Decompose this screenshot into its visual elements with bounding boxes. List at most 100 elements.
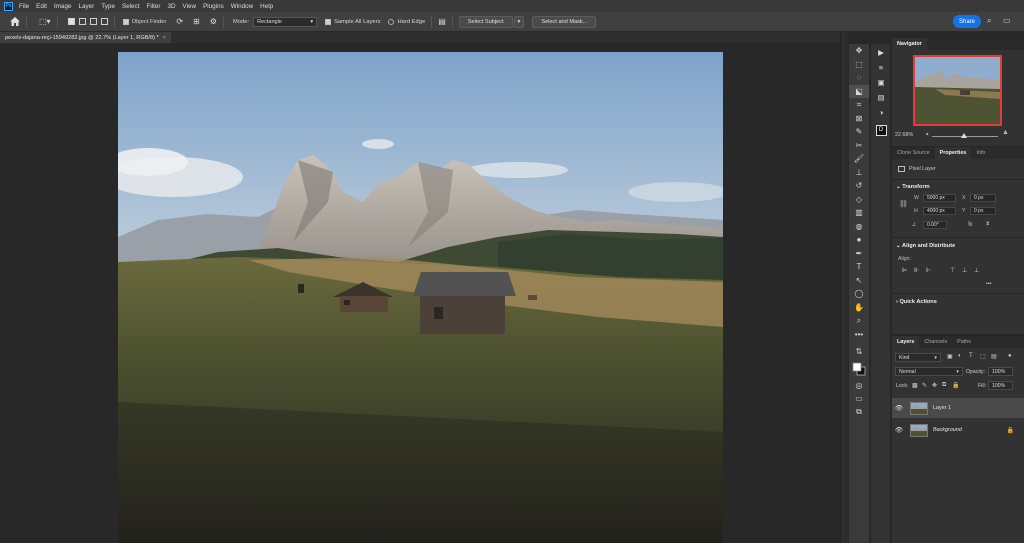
layer-row-layer-1[interactable]: 👁 Layer 1 — [892, 398, 1024, 418]
refresh-icon[interactable]: ⟳ — [176, 17, 183, 26]
height-input[interactable]: 4000 px — [923, 207, 956, 215]
tab-layers[interactable]: Layers — [892, 336, 920, 348]
fill-input[interactable]: 100% — [988, 381, 1013, 390]
color-wheel-icon[interactable]: ◑ — [871, 105, 891, 119]
x-input[interactable]: 0 px — [970, 194, 996, 202]
mode-select[interactable]: Rectangle ▾ — [253, 16, 318, 27]
play-actions-icon[interactable]: ▶ — [871, 45, 891, 59]
vertical-scrollbar[interactable] — [840, 32, 848, 543]
menu-3d[interactable]: 3D — [167, 3, 175, 10]
layer-name[interactable]: Background — [933, 427, 962, 433]
menu-window[interactable]: Window — [231, 3, 253, 10]
path-selection-tool-icon[interactable]: ↖ — [849, 274, 869, 288]
tab-properties[interactable]: Properties — [934, 147, 972, 159]
sample-all-layers-checkbox[interactable] — [325, 18, 332, 25]
search-icon[interactable]: ⌕ — [987, 16, 991, 26]
more-align-options-icon[interactable]: ••• — [986, 281, 991, 287]
filter-toggle-icon[interactable]: ● — [1008, 353, 1012, 359]
lasso-tool-icon[interactable]: ◌ — [849, 71, 869, 85]
align-section-toggle[interactable]: ⌄ Align and Distribute — [896, 243, 955, 249]
object-selection-tool-icon[interactable]: ⬕ — [849, 84, 869, 98]
filter-type-icon[interactable]: T — [969, 353, 973, 359]
new-selection-icon[interactable] — [67, 18, 75, 25]
align-right-icon[interactable]: ⊩ — [926, 267, 931, 274]
swap-colors-icon[interactable]: ⇅ — [849, 345, 869, 359]
menu-file[interactable]: File — [19, 3, 29, 10]
filter-smart-object-icon[interactable]: ▤ — [991, 353, 997, 360]
select-and-mask-button[interactable]: Select and Mask... — [532, 15, 597, 28]
add-to-selection-icon[interactable] — [78, 18, 86, 25]
eraser-tool-icon[interactable]: ◇ — [849, 193, 869, 207]
zoom-out-icon[interactable]: ▲ — [925, 131, 929, 136]
lock-pixels-icon[interactable]: ✎ — [922, 382, 927, 389]
document-tab[interactable]: pexels-dajana-reçi-15949282.jpg @ 22.7% … — [0, 32, 171, 43]
blur-tool-icon[interactable]: ◍ — [849, 220, 869, 234]
canvas-area[interactable] — [0, 43, 840, 543]
menu-image[interactable]: Image — [54, 3, 72, 10]
y-input[interactable]: 0 px — [970, 207, 996, 215]
lock-all-icon[interactable]: 🔒 — [952, 382, 959, 389]
clone-stamp-tool-icon[interactable]: ⊥ — [849, 166, 869, 180]
close-icon[interactable]: × — [163, 35, 166, 41]
layer-name[interactable]: Layer 1 — [933, 405, 951, 411]
menu-filter[interactable]: Filter — [146, 3, 160, 10]
crop-tool-icon[interactable]: ⌗ — [849, 98, 869, 112]
lock-transparent-icon[interactable]: ▩ — [912, 382, 918, 389]
navigator-zoom-value[interactable]: 22.68% — [895, 132, 913, 138]
subtract-from-selection-icon[interactable] — [89, 18, 97, 25]
menu-edit[interactable]: Edit — [36, 3, 47, 10]
object-finder-checkbox[interactable] — [122, 18, 129, 25]
mask-icon[interactable]: ▤ — [438, 17, 446, 26]
filter-shape-icon[interactable]: ⬚ — [980, 353, 986, 360]
more-tools-icon[interactable]: ••• — [849, 328, 869, 342]
link-dimensions-icon[interactable]: ⛓ — [899, 200, 908, 208]
menu-layer[interactable]: Layer — [79, 3, 95, 10]
navigator-thumbnail[interactable] — [913, 55, 1002, 126]
gradient-tool-icon[interactable]: ▥ — [849, 206, 869, 220]
zoom-tool-icon[interactable]: ⌕ — [849, 314, 869, 328]
dodge-tool-icon[interactable]: ● — [849, 233, 869, 247]
intersect-selection-icon[interactable] — [100, 18, 108, 25]
adjustments-icon[interactable]: ≡ — [871, 60, 891, 74]
hand-tool-icon[interactable]: ✋ — [849, 301, 869, 315]
navigator-slider-handle[interactable] — [961, 133, 967, 138]
quick-mask-icon[interactable]: ◎ — [849, 379, 869, 393]
tab-clone-source[interactable]: Clone Source — [892, 147, 935, 159]
frame-tool-icon[interactable]: ⊠ — [849, 112, 869, 126]
spot-healing-tool-icon[interactable]: ✂ — [849, 139, 869, 153]
menu-type[interactable]: Type — [101, 3, 115, 10]
select-subject-button[interactable]: Select Subject — [458, 15, 513, 28]
align-bottom-icon[interactable]: ⊥ — [974, 267, 979, 274]
home-icon[interactable] — [10, 17, 20, 26]
align-left-icon[interactable]: ⊫ — [902, 267, 907, 274]
brush-tool-icon[interactable]: 🖌 — [849, 152, 869, 166]
styles-icon[interactable]: ▤ — [871, 90, 891, 104]
libraries-icon[interactable]: ▣ — [871, 75, 891, 89]
menu-select[interactable]: Select — [122, 3, 140, 10]
tab-channels[interactable]: Channels — [919, 336, 952, 348]
lock-position-icon[interactable]: ✥ — [932, 382, 937, 389]
transform-section-toggle[interactable]: ⌄ Transform — [896, 184, 930, 190]
align-middle-v-icon[interactable]: ⊥ — [962, 267, 967, 274]
document-image[interactable] — [118, 52, 723, 543]
shape-tool-icon[interactable]: ◯ — [849, 287, 869, 301]
zoom-in-icon[interactable]: ▲ — [1002, 129, 1009, 136]
align-center-h-icon[interactable]: ⊪ — [914, 267, 919, 274]
show-all-objects-icon[interactable]: ⊞ — [193, 17, 200, 26]
hard-edge-checkbox[interactable] — [388, 18, 395, 25]
flip-vertical-icon[interactable]: ⧗ — [986, 221, 990, 228]
eyedropper-tool-icon[interactable]: ✎ — [849, 125, 869, 139]
filter-adjustment-icon[interactable]: ◐ — [958, 353, 962, 359]
layer-kind-filter[interactable]: Kind ▾ — [895, 353, 941, 362]
marquee-tool-icon[interactable]: ⬚ — [849, 58, 869, 72]
visibility-eye-icon[interactable]: 👁 — [892, 404, 906, 412]
align-top-icon[interactable]: ⊤ — [950, 267, 955, 274]
lock-artboard-icon[interactable]: ⧉ — [942, 382, 946, 389]
visibility-eye-icon[interactable]: 👁 — [892, 426, 906, 434]
color-swatches-icon[interactable] — [849, 359, 869, 379]
menu-plugins[interactable]: Plugins — [203, 3, 224, 10]
tab-navigator[interactable]: Navigator — [892, 38, 927, 50]
tab-paths[interactable]: Paths — [952, 336, 976, 348]
opacity-input[interactable]: 100% — [988, 367, 1013, 376]
width-input[interactable]: 5000 px — [923, 194, 956, 202]
